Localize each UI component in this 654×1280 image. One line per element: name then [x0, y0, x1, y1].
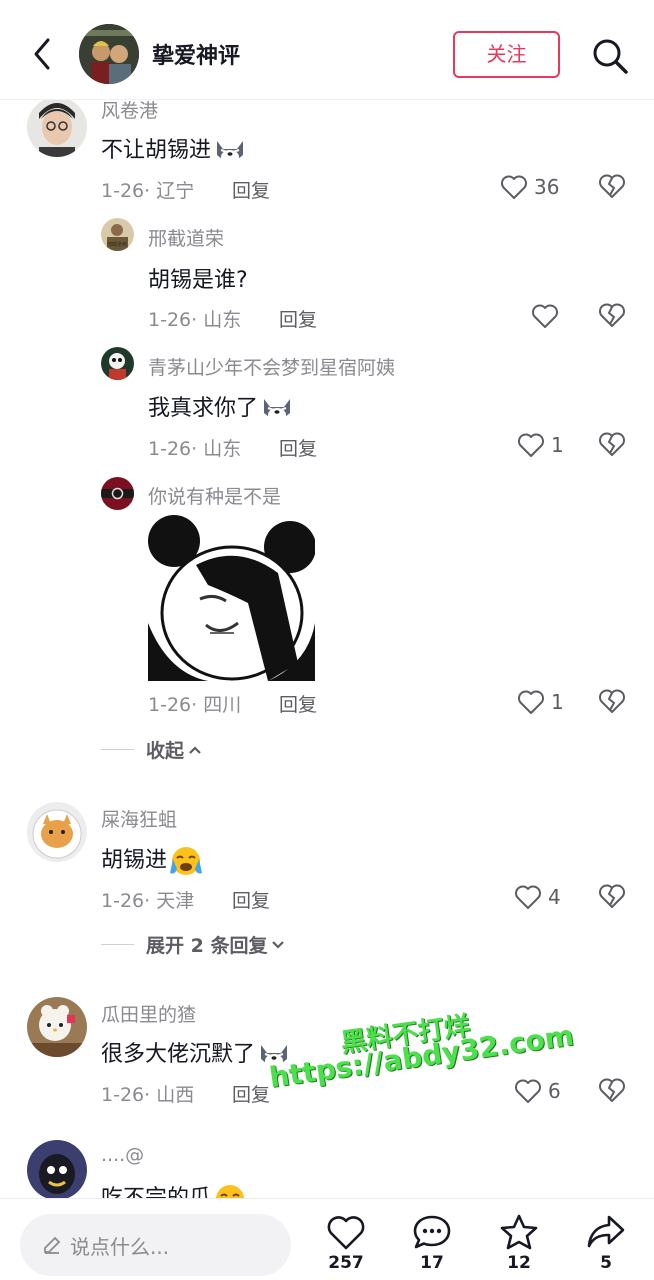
author-avatar[interactable] [79, 24, 139, 84]
comment-bubble-icon [413, 1215, 451, 1249]
like-count: 36 [534, 175, 560, 199]
avatar[interactable] [27, 802, 87, 862]
like-count: 1 [551, 433, 564, 457]
like-count: 4 [548, 885, 561, 909]
comment-input[interactable]: 说点什么... [20, 1214, 291, 1276]
comment-post-button[interactable]: 17 [402, 1213, 462, 1273]
pencil-icon [44, 1236, 61, 1254]
reply-meta: 1-26· 四川 [148, 694, 242, 716]
chevron-up-icon [189, 745, 201, 754]
reply-username[interactable]: 青茅山少年不会梦到星宿阿姨 [148, 353, 395, 380]
comment-count: 17 [420, 1253, 444, 1273]
like-button[interactable]: 4 [514, 882, 561, 912]
avatar[interactable] [27, 997, 87, 1057]
heart-icon [501, 175, 527, 199]
svg-text:邢截道荣: 邢截道荣 [107, 241, 127, 248]
share-post-button[interactable]: 5 [576, 1213, 636, 1273]
comment-text: 很多大佬沉默了 [101, 1036, 291, 1071]
comment-meta: 1-26· 天津 [101, 890, 195, 912]
comment-username[interactable]: 风卷港 [101, 100, 158, 123]
back-arrow-icon[interactable] [28, 34, 58, 74]
comment-text-content: 吃不完的瓜 [101, 1186, 211, 1198]
broken-heart-icon[interactable] [598, 173, 628, 203]
bottom-action-bar: 说点什么... 257 17 12 5 [0, 1198, 654, 1280]
divider [101, 944, 134, 945]
collapse-label: 收起 [146, 740, 185, 762]
heart-icon [518, 433, 544, 457]
expand-replies-button[interactable]: 展开 2 条回复 [101, 931, 285, 958]
comment-username[interactable]: 屎海狂蛆 [101, 805, 177, 832]
heart-icon [515, 1079, 541, 1103]
like-button[interactable]: 6 [514, 1076, 561, 1106]
comment-text: 吃不完的瓜 [101, 1180, 247, 1198]
comment-username[interactable]: ....@ [101, 1144, 144, 1166]
like-button[interactable]: 36 [500, 172, 559, 202]
broken-heart-icon[interactable] [598, 688, 628, 718]
like-post-button[interactable]: 257 [316, 1213, 376, 1273]
avatar[interactable]: 邢截道荣 [101, 218, 134, 251]
broken-heart-icon[interactable] [598, 431, 628, 461]
share-arrow-icon [587, 1215, 625, 1248]
comment-text-content: 很多大佬沉默了 [101, 1042, 256, 1067]
like-button[interactable]: 1 [517, 687, 564, 717]
crying-face-emoji-icon [213, 1183, 247, 1198]
avatar[interactable] [27, 100, 87, 157]
comment-text: 不让胡锡进 [101, 132, 247, 167]
reply-button[interactable]: 回复 [279, 305, 317, 332]
husky-emoji-icon [260, 393, 294, 425]
comment-meta: 1-26· 山西 [101, 1084, 195, 1106]
reply-text: 我真求你了 [148, 390, 294, 425]
favorite-post-button[interactable]: 12 [489, 1213, 549, 1273]
broken-heart-icon[interactable] [598, 302, 628, 332]
broken-heart-icon[interactable] [598, 1077, 628, 1107]
reply-text: 胡锡是谁? [148, 268, 248, 293]
search-icon[interactable] [590, 36, 630, 76]
heart-icon [327, 1216, 365, 1250]
reply-button[interactable]: 回复 [232, 176, 270, 203]
top-bar: 挚爱神评 关注 [0, 0, 654, 100]
like-count: 1 [551, 690, 564, 714]
divider [101, 749, 134, 750]
like-count: 257 [328, 1253, 364, 1273]
reply-meta: 1-26· 山东 [148, 438, 242, 460]
heart-icon [518, 690, 544, 714]
follow-button[interactable]: 关注 [453, 31, 560, 78]
collapse-replies-button[interactable]: 收起 [101, 736, 202, 763]
expand-label: 展开 2 条回复 [146, 935, 268, 957]
reply-button[interactable]: 回复 [232, 886, 270, 913]
avatar[interactable] [101, 347, 134, 380]
like-button[interactable]: 1 [517, 430, 564, 460]
reply-button[interactable]: 回复 [279, 690, 317, 717]
comment-text: 胡锡进 [101, 842, 203, 877]
avatar[interactable] [27, 1140, 87, 1198]
reply-text-content: 我真求你了 [148, 396, 259, 421]
reply-meta: 1-26· 山东 [148, 309, 242, 331]
reply-username[interactable]: 你说有种是不是 [148, 482, 281, 509]
avatar[interactable] [101, 477, 134, 510]
reply-button[interactable]: 回复 [279, 434, 317, 461]
heart-icon [532, 304, 558, 328]
comment-text-content: 不让胡锡进 [101, 138, 212, 163]
comment-text-content: 胡锡进 [101, 848, 168, 873]
share-count: 5 [600, 1253, 612, 1273]
favorite-count: 12 [507, 1253, 531, 1273]
comment-username[interactable]: 瓜田里的猹 [101, 1000, 196, 1027]
comment-input-placeholder: 说点什么... [70, 1234, 170, 1259]
crying-face-emoji-icon [169, 845, 203, 877]
page-title: 挚爱神评 [152, 44, 241, 69]
like-count: 6 [548, 1079, 561, 1103]
heart-icon [515, 885, 541, 909]
like-button[interactable] [531, 301, 559, 331]
husky-emoji-icon [213, 135, 247, 167]
reply-button[interactable]: 回复 [232, 1080, 270, 1107]
star-icon [500, 1214, 538, 1250]
comment-meta: 1-26· 辽宁 [101, 180, 195, 202]
reply-username[interactable]: 邢截道荣 [148, 224, 224, 251]
broken-heart-icon[interactable] [598, 883, 628, 913]
chevron-down-icon [272, 940, 285, 949]
panda-meme-sticker[interactable] [148, 513, 316, 681]
